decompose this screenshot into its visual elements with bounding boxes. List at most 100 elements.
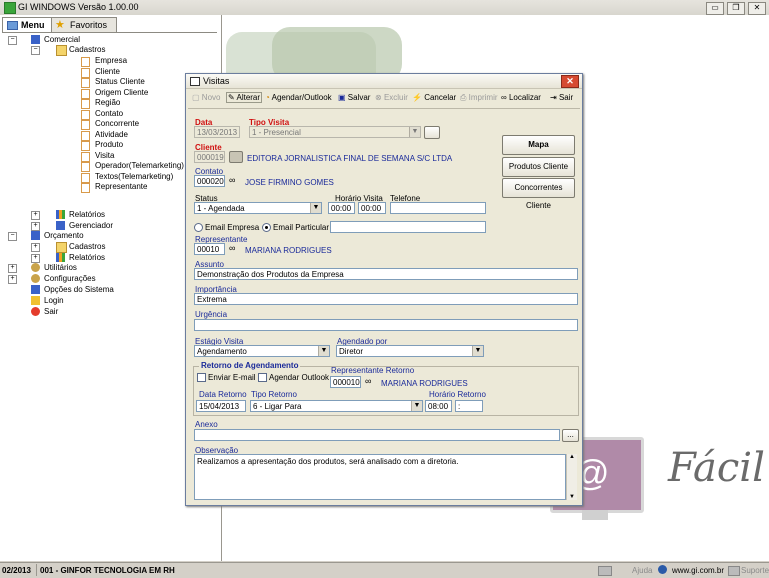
tree-item-cadastros[interactable]: Cadastros (69, 45, 105, 55)
hora-inicio-field[interactable]: 00:00 (328, 202, 355, 214)
urgencia-field[interactable] (194, 319, 578, 331)
tree-item-configuracoes[interactable]: Configurações (44, 274, 96, 284)
print-button[interactable]: ⎙ Imprimir (460, 93, 498, 103)
observacao-textarea[interactable]: Realizamos a apresentação dos produtos, … (194, 454, 566, 500)
tree-item-cadastro[interactable]: Operador(Telemarketing) (95, 161, 184, 171)
estagio-select[interactable]: Agendamento ▼ (194, 345, 330, 357)
email-particular-radio[interactable] (262, 223, 271, 232)
data-retorno-field[interactable]: 15/04/2013 (196, 400, 246, 412)
tree-item-cadastro[interactable]: Cliente (95, 67, 120, 77)
search-button[interactable]: ∞ Localizar (501, 93, 541, 102)
scroll-up-icon: ▲ (569, 454, 575, 460)
hora-retorno-fim-field[interactable]: : (455, 400, 483, 412)
contato-name: JOSE FIRMINO GOMES (245, 178, 334, 187)
estagio-value: Agendamento (197, 347, 247, 356)
edit-button[interactable]: ✎ Alterar (226, 92, 263, 103)
tree-item-cadastro[interactable]: Visita (95, 151, 114, 161)
importancia-field[interactable]: Extrema (194, 293, 578, 305)
expand-toggle[interactable]: + (31, 211, 40, 220)
assunto-field[interactable]: Demonstração dos Produtos da Empresa (194, 268, 578, 280)
tree-item-cadastro[interactable]: Região (95, 98, 120, 108)
expand-toggle[interactable]: − (31, 46, 40, 55)
tree-item-cadastro[interactable]: Atividade (95, 130, 128, 140)
tipo-retorno-label: Tipo Retorno (251, 390, 297, 399)
retorno-title: Retorno de Agendamento (199, 361, 301, 370)
minimize-button[interactable]: ▭ (706, 2, 724, 15)
expand-toggle[interactable]: + (8, 275, 17, 284)
visitas-dialog: Visitas ✕ ▢ Novo ✎ Alterar ◔ Agendar/Out… (185, 73, 583, 506)
tree-item-opcoes[interactable]: Opções do Sistema (44, 285, 114, 295)
rep-retorno-code-field[interactable]: 000010 (330, 376, 361, 388)
tree-item-cadastro[interactable]: Status Cliente (95, 77, 145, 87)
status-site[interactable]: www.gi.com.br (672, 566, 724, 575)
expand-toggle[interactable]: + (31, 254, 40, 263)
maximize-button[interactable]: ❐ (727, 2, 745, 15)
tree-item-login[interactable]: Login (44, 296, 64, 306)
contato-code-field[interactable]: 000020 (194, 175, 225, 187)
tab-menu[interactable]: Menu (2, 17, 54, 32)
tipo-visita-select[interactable]: 1 - Presencial ▼ (249, 126, 421, 138)
hora-fim-field[interactable]: 00:00 (358, 202, 386, 214)
status-suporte[interactable]: Suporte (741, 566, 769, 575)
tree-item-cadastro[interactable]: Textos(Telemarketing) (95, 172, 173, 182)
expand-toggle[interactable]: + (8, 264, 17, 273)
tree-item-relatorios[interactable]: Relatórios (69, 210, 105, 220)
tree-item-orc-relatorios[interactable]: Relatórios (69, 253, 105, 263)
tree-item-comercial[interactable]: Comercial (44, 35, 80, 45)
schedule-outlook-button[interactable]: ◔ Agendar/Outlook (265, 93, 332, 102)
status-select[interactable]: 1 - Agendada ▼ (194, 202, 322, 214)
expand-toggle[interactable]: − (8, 36, 17, 45)
tipo-retorno-select[interactable]: 6 - Ligar Para ▼ (250, 400, 423, 412)
tree-item-cadastro[interactable]: Empresa (95, 56, 127, 66)
binoculars-icon[interactable]: ∞ (229, 244, 240, 253)
tree-item-cadastro[interactable]: Representante (95, 182, 147, 192)
tree-item-cadastro[interactable]: Origem Cliente (95, 88, 148, 98)
produtos-cliente-button[interactable]: Produtos Cliente (502, 157, 575, 177)
settings-icon (31, 274, 40, 283)
expand-toggle[interactable]: + (31, 222, 40, 231)
tab-favoritos[interactable]: ★ Favoritos (51, 17, 117, 32)
tree-item-orc-cadastros[interactable]: Cadastros (69, 242, 105, 252)
binoculars-icon[interactable]: ∞ (229, 176, 240, 185)
tree-item-orcamento[interactable]: Orçamento (44, 231, 84, 241)
tree-item-gerenciador[interactable]: Gerenciador (69, 221, 113, 231)
anexo-browse-button[interactable]: ... (562, 429, 579, 442)
exit-button[interactable]: ⇥ Sair (550, 93, 573, 102)
email-field[interactable] (330, 221, 486, 233)
expand-toggle[interactable]: + (31, 243, 40, 252)
representante-code-field[interactable]: 00010 (194, 243, 225, 255)
save-button[interactable]: ▣ Salvar (338, 93, 370, 102)
data-field[interactable]: 13/03/2013 (194, 126, 240, 138)
anexo-field[interactable] (194, 429, 560, 441)
tree-item-sair[interactable]: Sair (44, 307, 58, 317)
observacao-scrollbar[interactable]: ▲ ▼ (566, 454, 577, 500)
enviar-email-checkbox[interactable] (197, 373, 206, 382)
representante-name: MARIANA RODRIGUES (245, 246, 332, 255)
tipo-visita-lookup-button[interactable] (424, 126, 440, 139)
dialog-close-button[interactable]: ✕ (561, 75, 579, 88)
hora-retorno-inicio-field[interactable]: 08:00 (425, 400, 452, 412)
email-empresa-radio[interactable] (194, 223, 203, 232)
concorrentes-cliente-button[interactable]: Concorrentes Cliente (502, 178, 575, 210)
cancel-button[interactable]: ⚡ Cancelar (412, 93, 456, 102)
options-icon (31, 285, 40, 294)
close-button[interactable]: ✕ (748, 2, 766, 15)
print-icon: ⎙ (460, 93, 467, 102)
cliente-lookup-button[interactable] (229, 151, 243, 163)
dialog-title: Visitas (203, 76, 230, 86)
new-button[interactable]: ▢ Novo (192, 93, 220, 102)
tree-item-cadastro[interactable]: Produto (95, 140, 123, 150)
mapa-button[interactable]: Mapa (502, 135, 575, 155)
binoculars-icon[interactable]: ∞ (365, 377, 376, 386)
telefone-field[interactable] (390, 202, 486, 214)
delete-button[interactable]: ⊗ Excluir (375, 93, 408, 102)
cliente-code-field[interactable]: 000019 (194, 151, 225, 163)
tree-item-cadastro[interactable]: Contato (95, 109, 123, 119)
status-ajuda[interactable]: Ajuda (632, 566, 652, 575)
agendado-por-select[interactable]: Diretor ▼ (336, 345, 484, 357)
expand-toggle[interactable]: − (8, 232, 17, 241)
tree-item-utilitarios[interactable]: Utilitários (44, 263, 77, 273)
agendar-outlook-checkbox[interactable] (258, 373, 267, 382)
tree-item-cadastro[interactable]: Concorrente (95, 119, 139, 129)
delete-label: Excluir (383, 93, 408, 102)
